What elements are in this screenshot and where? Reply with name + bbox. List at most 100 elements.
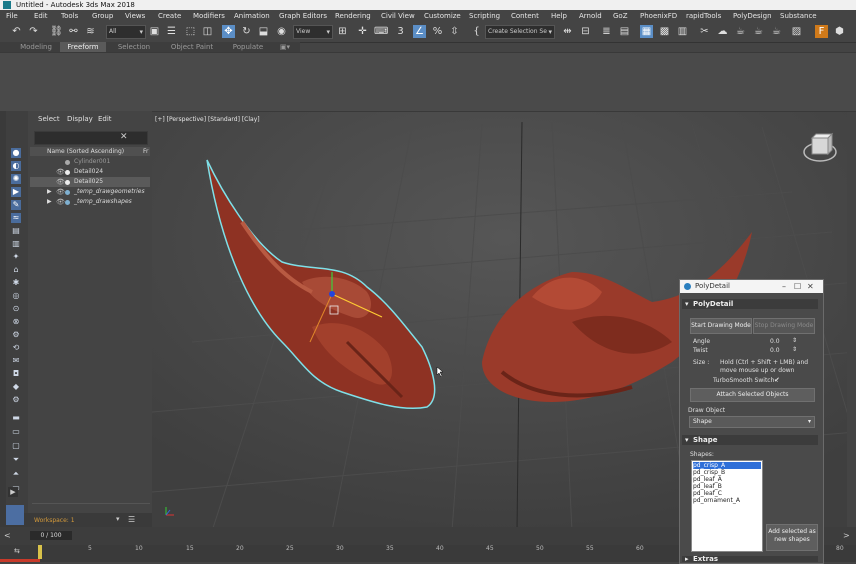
- shape-item[interactable]: pd_leaf_A: [693, 476, 761, 483]
- menu-file[interactable]: File: [6, 10, 18, 22]
- expand-arrow-icon[interactable]: ▶: [47, 187, 52, 197]
- display-geometry-icon[interactable]: ●: [11, 148, 21, 158]
- render-production-icon[interactable]: ☕: [734, 25, 747, 38]
- ribbon-options-icon[interactable]: ▣▾: [276, 42, 294, 52]
- render-in-cloud-icon[interactable]: ▨: [790, 25, 803, 38]
- menu-polydesign[interactable]: PolyDesign: [733, 10, 772, 22]
- options-icon[interactable]: ⚙: [11, 395, 21, 405]
- select-manipulate-icon[interactable]: ✛: [356, 25, 369, 38]
- expand-arrow-icon[interactable]: ▶: [47, 197, 52, 207]
- menu-modifiers[interactable]: Modifiers: [193, 10, 225, 22]
- tab-object-paint[interactable]: Object Paint: [162, 42, 222, 52]
- workspace-selector[interactable]: Workspace: 1: [34, 517, 75, 524]
- visibility-eye-icon[interactable]: 👁: [56, 167, 65, 177]
- menu-rapidtools[interactable]: rapidTools: [686, 10, 721, 22]
- menu-civil-view[interactable]: Civil View: [381, 10, 415, 22]
- named-selection-sets-dropdown[interactable]: Create Selection Se: [485, 25, 555, 39]
- add-selected-as-new-shapes-button[interactable]: Add selected as new shapes: [766, 524, 818, 551]
- mirror-icon[interactable]: ⇹: [561, 25, 574, 38]
- shape-item[interactable]: pd_leaf_B: [693, 483, 761, 490]
- shape-item[interactable]: pd_ornament_A: [693, 497, 761, 504]
- keyboard-shortcut-icon[interactable]: ⌨: [374, 25, 388, 38]
- turbosmooth-checkbox[interactable]: ✔: [774, 376, 780, 384]
- display-cameras-icon[interactable]: ▶: [11, 187, 21, 197]
- time-cursor[interactable]: [38, 545, 42, 559]
- display-lights-icon[interactable]: ✺: [11, 174, 21, 184]
- visibility-eye-icon[interactable]: 👁: [56, 197, 65, 207]
- scene-item-cylinder001[interactable]: Cylinder001: [30, 157, 150, 167]
- workspace-icon[interactable]: [6, 505, 24, 525]
- window-crossing-icon[interactable]: ◫: [201, 25, 214, 38]
- tab-freeform[interactable]: Freeform: [60, 42, 106, 52]
- display-hidden-icon[interactable]: ◎: [11, 291, 21, 301]
- name-column-header[interactable]: Name (Sorted Ascending): [47, 147, 124, 156]
- pin-icon[interactable]: ◘: [11, 369, 21, 379]
- filter-funnel-icon[interactable]: ⏷: [11, 455, 21, 465]
- percent-snap-icon[interactable]: %: [431, 25, 444, 38]
- plugin-misc-icon[interactable]: ⬢: [833, 25, 846, 38]
- menu-tools[interactable]: Tools: [61, 10, 78, 22]
- lock-cell-edit-icon[interactable]: ✉: [11, 356, 21, 366]
- current-frame-indicator[interactable]: 0 / 100: [30, 531, 72, 540]
- se-menu-display[interactable]: Display: [67, 115, 93, 123]
- place-icon[interactable]: ◉: [275, 25, 288, 38]
- curve-editor-icon[interactable]: ▦: [640, 25, 653, 38]
- twist-spinner[interactable]: 0.0: [770, 347, 788, 355]
- display-none-icon[interactable]: ⊗: [11, 317, 21, 327]
- hierarchy-icon[interactable]: ▭: [11, 427, 21, 437]
- display-spacewarps-icon[interactable]: ≈: [11, 213, 21, 223]
- sync-selection-icon[interactable]: ⟲: [11, 343, 21, 353]
- material-editor-icon[interactable]: ▥: [676, 25, 689, 38]
- menu-group[interactable]: Group: [92, 10, 113, 22]
- select-by-name-icon[interactable]: ☰: [165, 25, 178, 38]
- shapes-listbox[interactable]: pd_crisp_A pd_crisp_B pd_leaf_A pd_leaf_…: [691, 460, 763, 552]
- selection-filter-dropdown[interactable]: All: [106, 25, 146, 39]
- time-slider-prev-icon[interactable]: <: [4, 531, 11, 540]
- menu-phoenixfd[interactable]: PhoenixFD: [640, 10, 677, 22]
- angle-snap-icon[interactable]: ∠: [413, 25, 426, 38]
- toggle-ribbon-icon[interactable]: ▤: [618, 25, 631, 38]
- render-iterative-icon[interactable]: ☕: [752, 25, 765, 38]
- rect-select-region-icon[interactable]: ⬚: [184, 25, 197, 38]
- menu-content[interactable]: Content: [511, 10, 539, 22]
- twist-spinner-arrows-icon[interactable]: ⇕: [792, 346, 797, 353]
- workspace-dropdown-icon[interactable]: ▾: [116, 515, 120, 523]
- time-slider-next-icon[interactable]: >: [843, 531, 850, 540]
- display-shapes-icon[interactable]: ◐: [11, 161, 21, 171]
- minimize-icon[interactable]: –: [782, 280, 786, 293]
- display-helpers-icon[interactable]: ✎: [11, 200, 21, 210]
- scene-item-temp-drawshapes[interactable]: ▶ 👁 _temp_drawshapes: [30, 197, 150, 207]
- link-icon[interactable]: ⛓: [50, 25, 63, 38]
- frozen-column-header[interactable]: Fr: [143, 147, 148, 156]
- bind-space-warp-icon[interactable]: ≋: [84, 25, 97, 38]
- scale-icon[interactable]: ⬓: [257, 25, 270, 38]
- scene-explorer-column-header[interactable]: Name (Sorted Ascending) Fr: [30, 147, 150, 156]
- unlink-icon[interactable]: ⚯: [67, 25, 80, 38]
- redo-icon[interactable]: ↷: [27, 25, 40, 38]
- snaps-toggle-icon[interactable]: 3: [394, 25, 407, 38]
- display-all-icon[interactable]: ⊙: [11, 304, 21, 314]
- shape-item[interactable]: pd_crisp_B: [693, 469, 761, 476]
- display-frozen-icon[interactable]: ✱: [11, 278, 21, 288]
- plugin-fp-icon[interactable]: F: [815, 25, 828, 38]
- layer-icon[interactable]: ▬: [11, 413, 21, 423]
- tab-modeling[interactable]: Modeling: [12, 42, 60, 52]
- menu-graph-editors[interactable]: Graph Editors: [279, 10, 327, 22]
- visibility-eye-icon[interactable]: 👁: [56, 177, 65, 187]
- scene-item-detail024[interactable]: 👁 Detail024: [30, 167, 150, 177]
- display-bones-icon[interactable]: ✦: [11, 252, 21, 262]
- menu-customize[interactable]: Customize: [424, 10, 461, 22]
- menu-help[interactable]: Help: [551, 10, 567, 22]
- viewcube[interactable]: [802, 130, 838, 166]
- angle-spinner-arrows-icon[interactable]: ⇕: [792, 337, 797, 344]
- angle-spinner[interactable]: 0.0: [770, 338, 788, 346]
- menu-edit[interactable]: Edit: [34, 10, 48, 22]
- display-invert-icon[interactable]: ⚙: [11, 330, 21, 340]
- tab-selection[interactable]: Selection: [106, 42, 162, 52]
- menu-views[interactable]: Views: [125, 10, 145, 22]
- menu-substance[interactable]: Substance: [780, 10, 817, 22]
- tab-populate[interactable]: Populate: [222, 42, 274, 52]
- rendered-frame-window-icon[interactable]: ☁: [716, 25, 729, 38]
- scene-item-temp-drawgeometries[interactable]: ▶ 👁 _temp_drawgeometries: [30, 187, 150, 197]
- toggle-layer-explorer-icon[interactable]: ≣: [600, 25, 613, 38]
